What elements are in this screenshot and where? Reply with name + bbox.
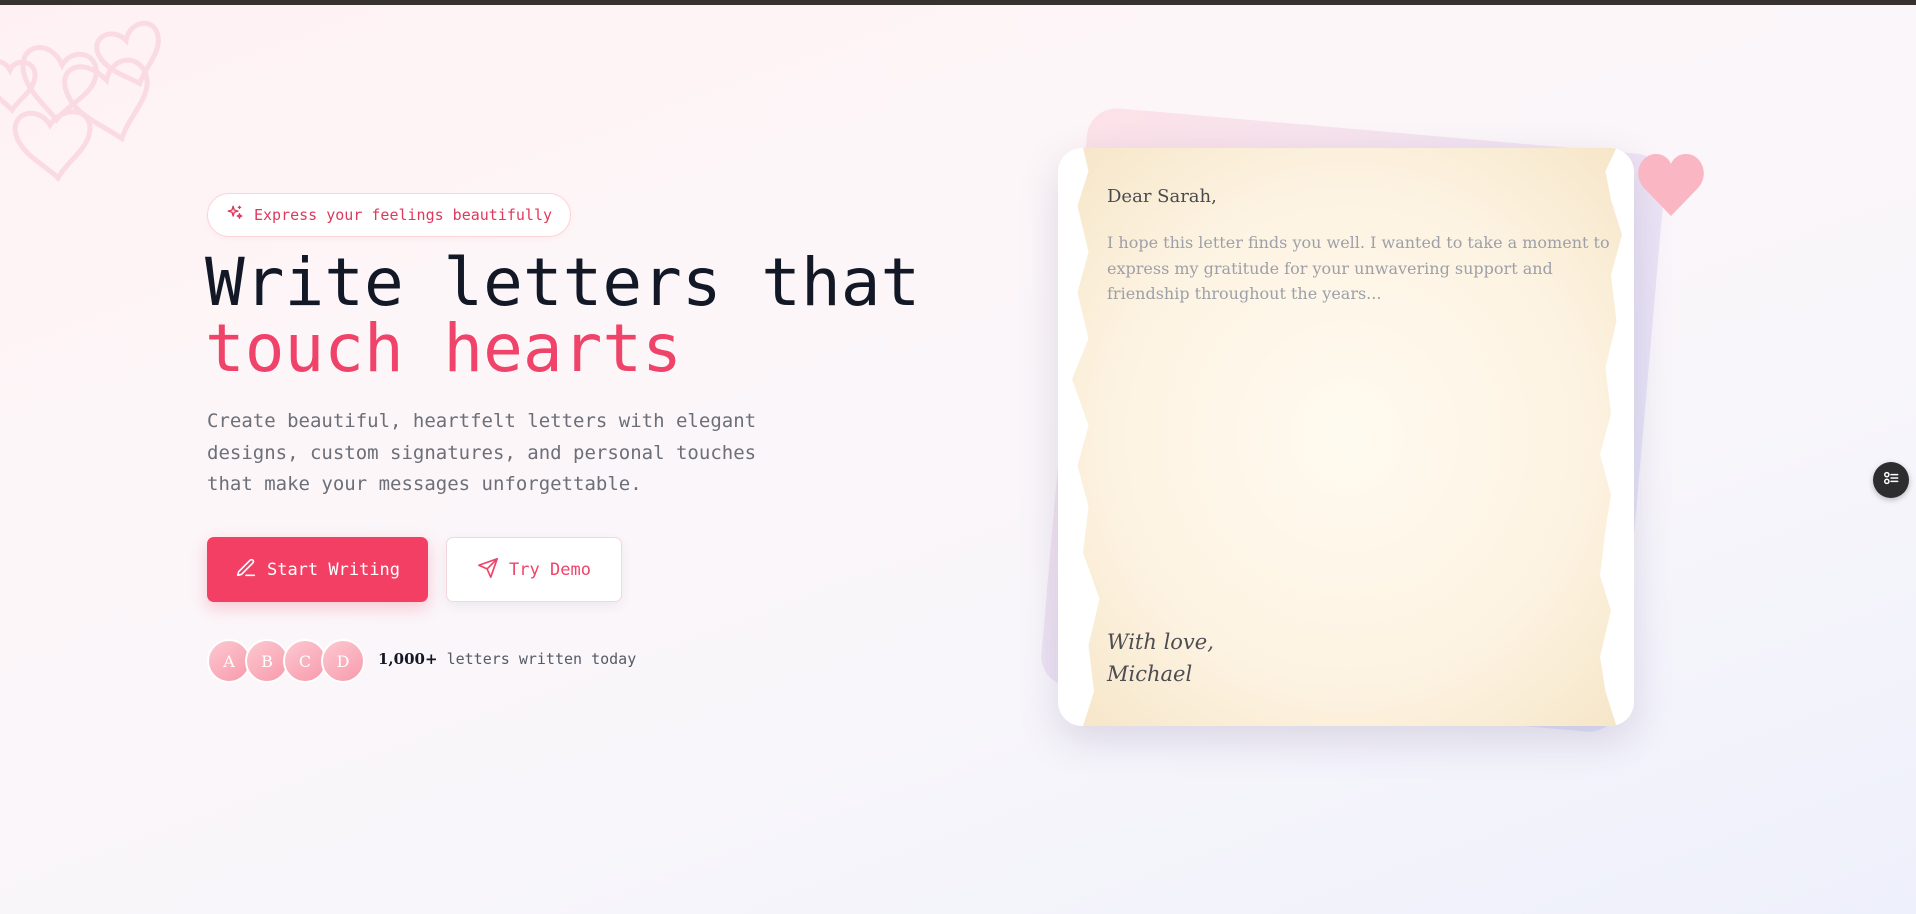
hero-title-line-2: touch hearts — [205, 310, 682, 387]
avatar-group: A B C D — [207, 639, 365, 683]
tagline-text: Express your feelings beautifully — [254, 206, 553, 224]
letter-closing: With love, Michael — [1107, 626, 1214, 690]
pen-icon — [235, 557, 257, 583]
hero-title: Write letters that touch hearts — [205, 250, 920, 382]
hero-description: Create beautiful, heartfelt letters with… — [207, 410, 757, 495]
send-icon — [477, 557, 499, 583]
letter-card: Dear Sarah, I hope this letter finds you… — [1058, 148, 1634, 726]
hero-title-line-1: Write letters that — [205, 244, 921, 321]
start-writing-button[interactable]: Start Writing — [207, 537, 428, 602]
top-bar — [0, 0, 1916, 5]
letters-stat: 1,000+ letters written today — [378, 650, 636, 668]
letter-paper: Dear Sarah, I hope this letter finds you… — [1072, 148, 1622, 726]
heart-icon — [1638, 154, 1704, 216]
try-demo-label: Try Demo — [509, 559, 591, 580]
background-hearts-icon — [0, 20, 161, 183]
toggle-list-button[interactable] — [1873, 462, 1909, 498]
letter-closing-line-1: With love, — [1107, 630, 1214, 654]
sparkles-icon — [226, 204, 244, 226]
try-demo-button[interactable]: Try Demo — [446, 537, 622, 602]
letter-body: I hope this letter finds you well. I wan… — [1107, 233, 1610, 303]
letter-signature: Michael — [1107, 662, 1193, 686]
tagline-badge: Express your feelings beautifully — [207, 193, 572, 237]
start-writing-label: Start Writing — [266, 559, 401, 580]
toggle-list-icon — [1881, 468, 1901, 492]
letters-stat-text: letters written today — [446, 650, 637, 668]
avatar: D — [321, 639, 365, 683]
letter-greeting: Dear Sarah, — [1107, 186, 1217, 207]
letters-count: 1,000+ — [378, 650, 438, 668]
